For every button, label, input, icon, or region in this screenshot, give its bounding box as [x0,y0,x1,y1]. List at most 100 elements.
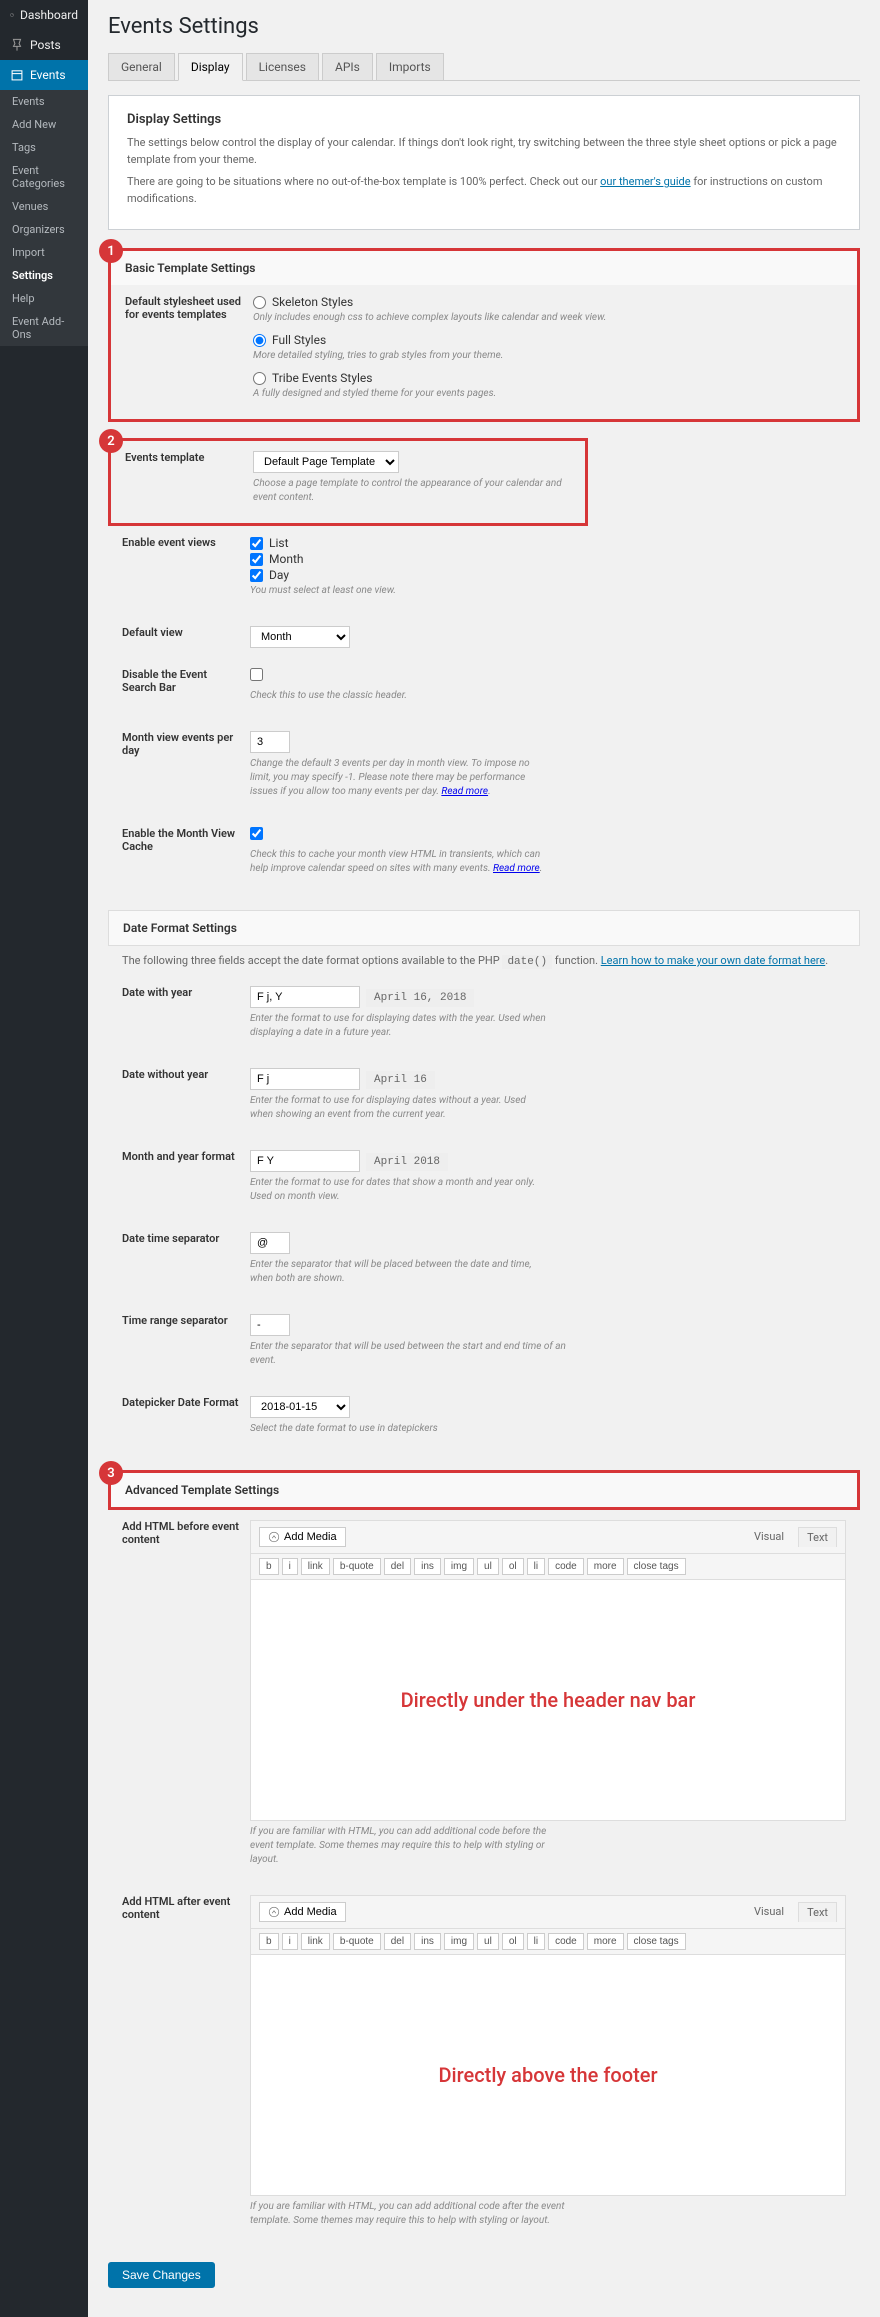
editor-tab-visual[interactable]: Visual [746,1527,792,1547]
qt-b[interactable]: b [259,1558,279,1575]
field-label: Add HTML after event content [122,1895,250,1921]
annotation-text: Directly under the header nav bar [401,1686,696,1714]
qt-i[interactable]: i [282,1558,298,1575]
annotation-text: Directly above the footer [438,2061,657,2089]
field-label: Date without year [122,1068,250,1081]
chk-disable-search[interactable] [250,668,263,681]
qt-ol[interactable]: ol [502,1558,524,1575]
sidebar-sub-addnew[interactable]: Add New [0,113,88,136]
sidebar-label: Posts [30,38,61,52]
sidebar-sub-venues[interactable]: Venues [0,195,88,218]
sidebar-item-events[interactable]: Events [0,60,88,90]
qt-i[interactable]: i [282,1933,298,1950]
admin-sidebar: Dashboard Posts Events Events Add New Ta… [0,0,88,2317]
chk-list[interactable] [250,537,263,550]
radio-tribe[interactable] [253,372,266,385]
qt-bquote[interactable]: b-quote [333,1558,381,1575]
qt-bquote[interactable]: b-quote [333,1933,381,1950]
add-media-button[interactable]: Add Media [259,1902,346,1922]
radio-full[interactable] [253,334,266,347]
tab-imports[interactable]: Imports [376,53,444,80]
qt-code[interactable]: code [548,1933,584,1950]
qt-li[interactable]: li [527,1933,545,1950]
timerange-sep-input[interactable] [250,1314,290,1336]
chk-day[interactable] [250,569,263,582]
month-year-input[interactable] [250,1150,360,1172]
tab-display[interactable]: Display [178,53,243,81]
field-label: Disable the Event Search Bar [122,668,250,694]
read-more-link[interactable]: Read more [441,786,488,797]
qt-close[interactable]: close tags [627,1558,686,1575]
field-label: Enable the Month View Cache [122,827,250,853]
field-label: Add HTML before event content [122,1520,250,1546]
field-label: Date with year [122,986,250,999]
editor-tab-text[interactable]: Text [798,1527,837,1547]
qt-ins[interactable]: ins [414,1558,441,1575]
themers-guide-link[interactable]: our themer's guide [600,175,690,188]
chk-month[interactable] [250,553,263,566]
sidebar-sub-import[interactable]: Import [0,241,88,264]
chk-month-cache[interactable] [250,827,263,840]
datepicker-select[interactable]: 2018-01-15 [250,1396,350,1418]
date-format-intro: The following three fields accept the da… [108,946,860,976]
qt-more[interactable]: more [587,1933,624,1950]
qt-del[interactable]: del [384,1933,411,1950]
panel-desc: The settings below control the display o… [127,135,841,168]
tab-licenses[interactable]: Licenses [246,53,319,80]
qt-ul[interactable]: ul [477,1558,499,1575]
sidebar-sub-organizers[interactable]: Organizers [0,218,88,241]
field-label: Time range separator [122,1314,250,1327]
sidebar-sub-settings[interactable]: Settings [0,264,88,287]
section-heading: Basic Template Settings [125,261,843,275]
editor-tab-visual[interactable]: Visual [746,1902,792,1922]
sidebar-sub-tags[interactable]: Tags [0,136,88,159]
save-changes-button[interactable]: Save Changes [108,2262,215,2288]
radio-skeleton[interactable] [253,296,266,309]
date-format-link[interactable]: Learn how to make your own date format h… [601,954,826,967]
callout-badge-1: 1 [99,239,123,263]
qt-code[interactable]: code [548,1558,584,1575]
date-noyear-input[interactable] [250,1068,360,1090]
qt-link[interactable]: link [301,1558,330,1575]
qt-close[interactable]: close tags [627,1933,686,1950]
qt-li[interactable]: li [527,1558,545,1575]
tab-apis[interactable]: APIs [322,53,373,80]
add-media-button[interactable]: Add Media [259,1527,346,1547]
qt-ul[interactable]: ul [477,1933,499,1950]
qt-b[interactable]: b [259,1933,279,1950]
editor-tab-text[interactable]: Text [798,1902,837,1922]
quicktags-bar: b i link b-quote del ins img ul ol li co… [251,1554,845,1580]
sidebar-item-dashboard[interactable]: Dashboard [0,0,88,30]
datetime-sep-input[interactable] [250,1232,290,1254]
month-events-input[interactable] [250,731,290,753]
qt-del[interactable]: del [384,1558,411,1575]
qt-img[interactable]: img [444,1933,474,1950]
sidebar-sub-categories[interactable]: Event Categories [0,159,88,195]
callout-badge-3: 3 [99,1461,123,1485]
sidebar-sub-help[interactable]: Help [0,287,88,310]
dashboard-icon [10,8,14,22]
sidebar-label: Dashboard [20,8,78,22]
pin-icon [10,38,24,52]
qt-more[interactable]: more [587,1558,624,1575]
callout-badge-2: 2 [99,429,123,453]
qt-link[interactable]: link [301,1933,330,1950]
field-label: Month and year format [122,1150,250,1163]
sidebar-sub-addons[interactable]: Event Add-Ons [0,310,88,346]
read-more-link[interactable]: Read more [493,863,540,874]
qt-ins[interactable]: ins [414,1933,441,1950]
events-template-select[interactable]: Default Page Template [253,451,399,473]
callout-2: 2 Events template Default Page Template … [108,438,588,526]
section-heading: Date Format Settings [123,921,845,935]
sidebar-item-posts[interactable]: Posts [0,30,88,60]
qt-img[interactable]: img [444,1558,474,1575]
default-view-select[interactable]: Month [250,626,350,648]
editor-textarea-before[interactable]: Directly under the header nav bar [251,1580,845,1820]
editor-textarea-after[interactable]: Directly above the footer [251,1955,845,2195]
display-settings-panel: Display Settings The settings below cont… [108,95,860,230]
qt-ol[interactable]: ol [502,1933,524,1950]
editor-before: Add Media Visual Text b i link b-quote d… [250,1520,846,1821]
tab-general[interactable]: General [108,53,175,80]
date-year-input[interactable] [250,986,360,1008]
sidebar-sub-events[interactable]: Events [0,90,88,113]
